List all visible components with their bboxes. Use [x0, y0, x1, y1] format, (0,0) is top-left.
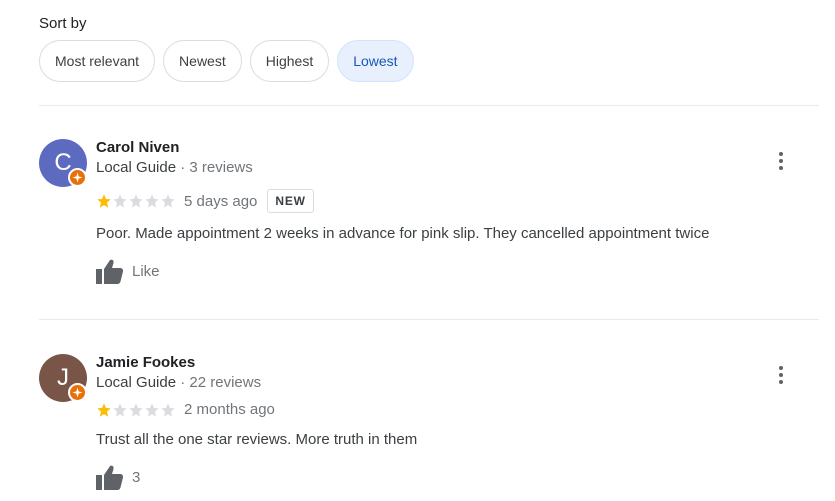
star-empty-icon [129, 194, 143, 208]
reviewer-name[interactable]: Carol Niven [96, 139, 179, 156]
local-guide-badge-icon [68, 168, 87, 187]
review-count: · 22 reviews [180, 374, 262, 391]
star-rating [96, 193, 176, 209]
reviewer-name[interactable]: Jamie Fookes [96, 354, 195, 371]
review-text: Poor. Made appointment 2 weeks in advanc… [96, 225, 710, 242]
like-button[interactable]: Like [96, 258, 160, 284]
review-time: 2 months ago [184, 401, 275, 418]
divider [39, 105, 819, 106]
reviewer-meta: Local Guide · 3 reviews [96, 159, 253, 176]
rating-row: 2 months ago [96, 401, 275, 418]
sort-lowest-chip[interactable]: Lowest [337, 40, 414, 82]
sort-options: Most relevant Newest Highest Lowest [39, 40, 414, 82]
sort-highest-chip[interactable]: Highest [249, 40, 330, 82]
local-guide-badge-icon [68, 383, 87, 402]
star-filled-icon [97, 402, 111, 417]
star-empty-icon [145, 402, 159, 417]
new-badge: NEW [267, 189, 314, 213]
thumbs-up-icon [96, 465, 123, 490]
reviewer-meta: Local Guide · 22 reviews [96, 374, 261, 391]
local-guide-label: Local Guide [96, 159, 177, 176]
reviews-panel: Sort by Most relevant Newest Highest Low… [0, 0, 835, 501]
local-guide-label: Local Guide [96, 374, 177, 391]
star-empty-icon [145, 194, 159, 208]
thumbs-up-icon [96, 259, 123, 284]
star-filled-icon [97, 194, 111, 208]
star-empty-icon [161, 194, 175, 208]
star-empty-icon [161, 402, 175, 417]
review-text: Trust all the one star reviews. More tru… [96, 431, 418, 448]
divider [39, 319, 819, 320]
rating-row: 5 days ago NEW [96, 189, 314, 213]
review-time: 5 days ago [184, 192, 258, 210]
review-count: · 3 reviews [180, 159, 253, 176]
sort-newest-chip[interactable]: Newest [163, 40, 242, 82]
star-empty-icon [113, 402, 127, 417]
star-rating [96, 402, 176, 418]
like-button[interactable]: 3 [96, 464, 140, 490]
like-count: 3 [132, 468, 141, 486]
like-label: Like [132, 262, 160, 280]
more-options-icon[interactable] [775, 152, 787, 172]
sort-most-relevant-chip[interactable]: Most relevant [39, 40, 156, 82]
sort-by-label: Sort by [39, 15, 87, 32]
star-empty-icon [113, 194, 127, 208]
avatar-initial: J [57, 364, 69, 391]
more-options-icon[interactable] [775, 366, 787, 386]
star-empty-icon [129, 402, 143, 417]
